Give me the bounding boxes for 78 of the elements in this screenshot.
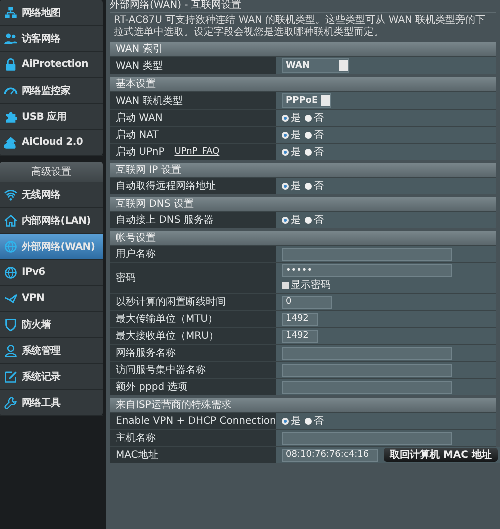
input-field[interactable] (282, 346, 452, 360)
shield-icon (4, 318, 18, 332)
field-label: 以秒计算的闲置断线时间 (116, 296, 226, 309)
sidebar-item[interactable]: 网络监控家 (0, 78, 103, 104)
lock-icon (4, 58, 18, 72)
puzzle-icon (4, 110, 18, 124)
section-header: 来自ISP运营商的特殊需求 (110, 398, 496, 412)
pencil-icon (4, 370, 18, 384)
show-password-checkbox[interactable]: 显示密码 (282, 278, 331, 292)
field-label: 访问服号集中器名称 (116, 364, 206, 377)
sidebar-item[interactable]: 访客网络 (0, 26, 103, 52)
person-icon (4, 344, 18, 358)
input-field[interactable] (282, 380, 452, 394)
field-label: 额外 pppd 选项 (116, 380, 188, 394)
input-field[interactable]: 1492 (282, 312, 318, 326)
field-label: 最大接收单位（MRU） (116, 330, 219, 343)
sidebar-item[interactable]: 系统记录 (0, 364, 103, 390)
field-label: WAN 联机类型 (116, 94, 183, 108)
section-header: 互联网 DNS 设置 (110, 197, 496, 211)
field-label: 密码 (116, 272, 136, 285)
sidebar-item[interactable]: AiCloud 2.0 (0, 130, 103, 156)
globe-icon (4, 240, 18, 254)
radio-option[interactable]: 否 (305, 145, 324, 159)
sidebar-item[interactable]: 无线网络 (0, 182, 103, 208)
radio-option[interactable]: 是 (282, 111, 301, 125)
dropdown[interactable]: PPPoE (282, 93, 332, 108)
sidebar-item[interactable]: 防火墙 (0, 312, 103, 338)
field-label: 最大传输单位（MTU） (116, 312, 218, 326)
field-label: 用户名称 (116, 248, 156, 261)
sidebar-item[interactable]: VPN (0, 286, 103, 312)
input-field[interactable]: 08:10:76:76:c4:16 (282, 448, 378, 462)
sidebar-item[interactable]: AiProtection (0, 52, 103, 78)
dropdown[interactable]: WAN (282, 58, 349, 73)
sidebar-item[interactable]: 系统管理 (0, 338, 103, 364)
radio-option[interactable]: 否 (305, 179, 324, 193)
radio-option[interactable]: 是 (282, 179, 301, 193)
input-field[interactable] (282, 432, 452, 444)
field-label: 自动取得远程网络地址 (116, 180, 216, 193)
sidebar-item[interactable]: IPv6 (0, 260, 103, 286)
section-header: 帐号设置 (110, 231, 496, 245)
input-field[interactable] (282, 364, 452, 376)
password-field[interactable]: ••••• (282, 264, 452, 277)
field-label: 网络服务名称 (116, 347, 176, 360)
radio-option[interactable]: 是 (282, 213, 301, 227)
network-map-icon (4, 6, 18, 20)
input-field[interactable]: 0 (282, 296, 332, 308)
field-label: MAC地址 (116, 448, 158, 462)
field-label: 主机名称 (116, 432, 156, 445)
field-label: 启动 NAT (116, 128, 159, 142)
radio-option[interactable]: 否 (305, 111, 324, 125)
faq-link[interactable]: UPnP_FAQ (174, 147, 220, 157)
radio-option[interactable]: 否 (305, 213, 324, 227)
sidebar-item[interactable]: 网络工具 (0, 390, 103, 416)
section-header: 互联网 IP 设置 (110, 163, 496, 177)
cloud-house-icon (4, 136, 18, 150)
field-label: WAN 类型 (116, 60, 163, 72)
section-header: 基本设置 (110, 77, 496, 91)
people-icon (4, 32, 18, 46)
radio-option[interactable]: 是 (282, 145, 301, 159)
field-label: 启动 WAN (116, 112, 163, 125)
get-mac-button[interactable]: 取回计算机 MAC 地址 (384, 448, 498, 462)
sidebar-item[interactable]: USB 应用 (0, 104, 103, 130)
field-label: 启动 UPnP (116, 146, 165, 159)
radio-option[interactable]: 是 (282, 128, 301, 142)
radio-option[interactable]: 否 (305, 128, 324, 142)
wifi-icon (4, 188, 18, 202)
wrench-icon (4, 396, 18, 410)
globe-icon (4, 266, 18, 280)
radio-option[interactable]: 否 (305, 414, 324, 428)
field-label: 自动接上 DNS 服务器 (116, 214, 214, 227)
input-field[interactable]: 1492 (282, 330, 318, 342)
field-label: Enable VPN + DHCP Connection (116, 416, 276, 426)
section-header: 高级设置 (0, 162, 103, 182)
input-field[interactable] (282, 248, 452, 260)
house-icon (4, 214, 18, 228)
radio-option[interactable]: 是 (282, 414, 301, 428)
sidebar-item[interactable]: 网络地图 (0, 0, 103, 26)
section-header: WAN 索引 (110, 42, 496, 56)
